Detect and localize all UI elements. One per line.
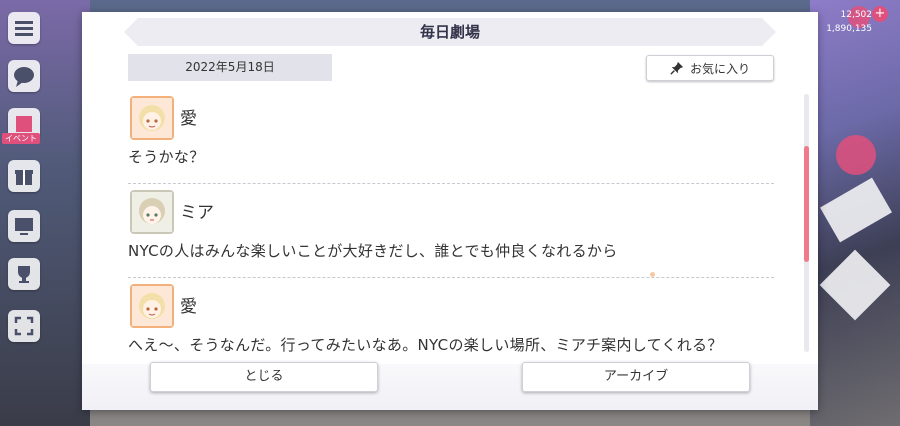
menu-button[interactable] <box>8 12 40 44</box>
ai-avatar <box>130 96 174 140</box>
dialogue-text: そうかな？ <box>128 148 205 166</box>
chat-button[interactable] <box>8 60 40 92</box>
add-currency-button[interactable]: + <box>872 6 888 22</box>
menu-icon <box>15 21 33 36</box>
currency-value-2: 1,890,135 <box>826 24 872 34</box>
scrollbar[interactable] <box>804 94 809 352</box>
trophy-icon <box>18 266 30 283</box>
screen-button[interactable] <box>8 210 40 242</box>
present-button[interactable] <box>8 160 40 192</box>
dialog-header: 毎日劇場 <box>124 18 776 46</box>
gift-icon <box>15 170 33 185</box>
pin-icon <box>670 61 684 75</box>
scrollbar-thumb[interactable] <box>804 146 809 262</box>
dialogue-entry: 愛 へえ～、そうなんだ。行ってみたいなあ。NYCの楽しい場所、ミアチ案内してくれ… <box>128 278 774 365</box>
dialog-title: 毎日劇場 <box>419 23 480 41</box>
trophy-button[interactable] <box>8 258 40 290</box>
fullscreen-icon <box>14 316 34 336</box>
date-label: 2022年5月18日 <box>128 54 332 81</box>
dialogue-text: NYCの人はみんな楽しいことが大好きだし、誰とでも仲良くなれるから <box>128 242 618 260</box>
speaker-name: 愛 <box>180 109 197 129</box>
pink-decoration <box>836 135 876 175</box>
ai-avatar <box>130 284 174 328</box>
sparkle-dot <box>650 272 655 277</box>
currency-value-1: 12,502 <box>840 10 873 20</box>
daily-theater-dialog: 毎日劇場 2022年5月18日 お気に入り 愛 そうかな？ ミア NYCの人はみ… <box>82 12 818 410</box>
mia-avatar <box>130 190 174 234</box>
dialogue-entry: 愛 そうかな？ <box>128 90 774 184</box>
event-label: イベント <box>2 133 40 144</box>
monitor-icon <box>15 218 33 235</box>
archive-button[interactable]: アーカイブ <box>522 362 750 392</box>
dialogue-list[interactable]: 愛 そうかな？ ミア NYCの人はみんな楽しいことが大好きだし、誰とでも仲良くな… <box>128 90 774 365</box>
close-button[interactable]: とじる <box>150 362 378 392</box>
speaker-name: ミア <box>180 203 214 223</box>
chat-icon <box>14 67 34 87</box>
dialogue-entry: ミア NYCの人はみんな楽しいことが大好きだし、誰とでも仲良くなれるから <box>128 184 774 278</box>
dialogue-text: へえ～、そうなんだ。行ってみたいなあ。NYCの楽しい場所、ミアチ案内してくれる？ <box>128 336 723 354</box>
speaker-name: 愛 <box>180 297 197 317</box>
currency-display: 12,502 1,890,135 <box>826 8 872 36</box>
favorite-label: お気に入り <box>689 61 750 76</box>
fullscreen-button[interactable] <box>8 310 40 342</box>
favorite-button[interactable]: お気に入り <box>646 55 774 81</box>
